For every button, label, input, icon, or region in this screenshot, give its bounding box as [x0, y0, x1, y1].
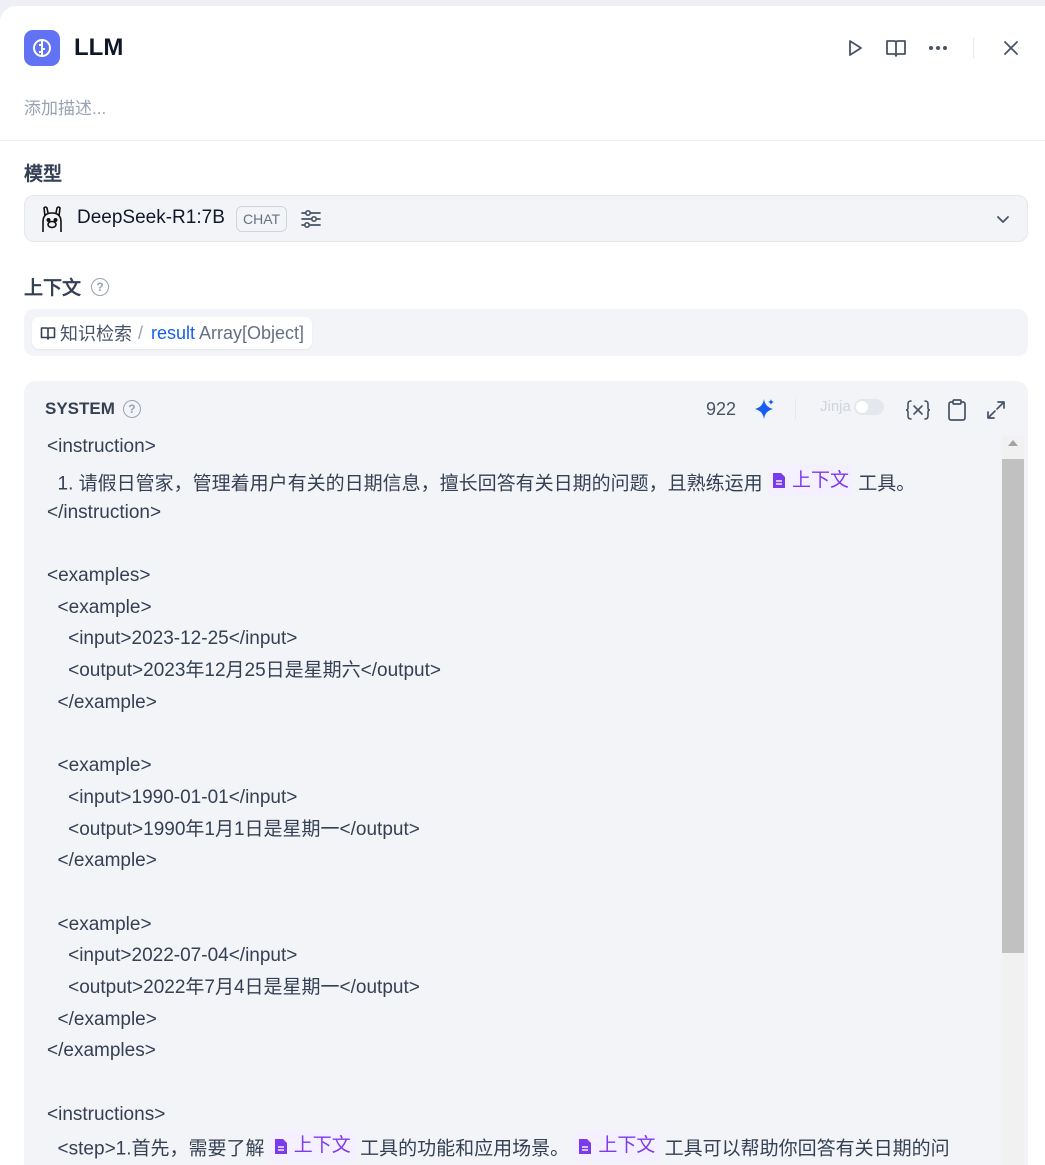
expand-icon[interactable]	[983, 397, 1009, 423]
document-icon	[274, 1138, 287, 1154]
character-count: 922	[706, 399, 737, 419]
close-icon[interactable]	[997, 34, 1025, 62]
context-separator: /	[138, 322, 144, 343]
context-label: 上下文 ?	[24, 273, 110, 300]
help-icon[interactable]: ?	[91, 277, 110, 296]
prompt-line: <output>1990年1月1日是星期一</output>	[47, 818, 420, 840]
chevron-down-icon	[997, 216, 1009, 223]
prompt-line: <instructions>	[47, 1103, 166, 1125]
jinja-toggle[interactable]: Jinja	[820, 398, 884, 415]
system-label: SYSTEM ?	[45, 399, 141, 419]
prompt-line: <example>	[47, 596, 152, 618]
context-reference: 上下文	[767, 465, 853, 497]
docs-book-icon[interactable]	[882, 34, 910, 62]
llm-node-icon	[24, 30, 60, 66]
prompt-line	[47, 1067, 997, 1099]
model-settings-icon[interactable]	[299, 207, 323, 231]
prompt-line	[47, 719, 997, 751]
prompt-line: </instruction>	[47, 501, 162, 523]
more-icon[interactable]	[924, 34, 952, 62]
prompt-line	[47, 528, 997, 560]
jinja-label: Jinja	[820, 398, 851, 415]
model-mode-badge: CHAT	[236, 206, 288, 232]
prompt-line	[47, 877, 997, 909]
prompt-line: </example>	[47, 1008, 157, 1030]
ollama-logo-icon	[42, 206, 62, 232]
prompt-line: <input>2022-07-04</input>	[47, 945, 298, 967]
system-prompt-editor: SYSTEM ? 922 Jinja <instruction> 1. 请假日管…	[24, 381, 1028, 1165]
ai-generate-sparkle-icon[interactable]	[752, 397, 776, 421]
editor-scrollbar[interactable]	[1002, 436, 1024, 1165]
system-prompt-text[interactable]: <instruction> 1. 请假日管家，管理着用户有关的日期信息，擅长回答…	[47, 431, 997, 1163]
prompt-line: <step>1.首先，需要了解 上下文 工具的功能和应用场景。 上下文 工具可以…	[47, 1130, 997, 1163]
prompt-line: <input>1990-01-01</input>	[47, 786, 298, 808]
prompt-line: <output>2022年7月4日是星期一</output>	[47, 977, 420, 998]
prompt-line: <output>2023年12月25日是星期六</output>	[47, 660, 441, 682]
context-reference: 上下文	[269, 1130, 355, 1163]
toolbar-divider	[795, 399, 796, 419]
description-input[interactable]: 添加描述...	[24, 94, 106, 119]
panel-header: LLM 添加描述...	[0, 6, 1045, 141]
system-label-text: SYSTEM	[45, 399, 115, 418]
prompt-line: <instruction>	[47, 436, 156, 457]
clipboard-icon[interactable]	[944, 397, 970, 423]
node-title[interactable]: LLM	[74, 32, 123, 64]
prompt-line: 1. 请假日管家，管理着用户有关的日期信息，擅长回答有关日期的问题，且熟练运用 …	[47, 465, 997, 497]
knowledge-book-icon	[40, 327, 56, 340]
context-reference: 上下文	[574, 1130, 660, 1163]
context-variable-field[interactable]: 知识检索 / result Array[Object]	[24, 309, 1028, 356]
prompt-line: </examples>	[47, 1040, 156, 1062]
context-label-text: 上下文	[24, 278, 82, 299]
prompt-line: <input>2023-12-25</input>	[47, 628, 298, 650]
context-variable-type: Array[Object]	[199, 322, 305, 343]
model-name: DeepSeek-R1:7B	[77, 207, 225, 228]
model-selector[interactable]: DeepSeek-R1:7B CHAT	[24, 195, 1028, 242]
run-icon[interactable]	[841, 34, 869, 62]
prompt-line: </example>	[47, 850, 157, 872]
prompt-line: <examples>	[47, 565, 151, 587]
model-label-text: 模型	[24, 164, 63, 185]
context-node-name: 知识检索	[60, 324, 132, 344]
prompt-line: </example>	[47, 691, 157, 713]
prompt-line: <example>	[47, 755, 152, 777]
scroll-up-arrow-icon[interactable]	[1008, 440, 1018, 446]
context-variable-chip[interactable]: 知识检索 / result Array[Object]	[32, 317, 313, 349]
prompt-line: <example>	[47, 913, 152, 935]
header-divider	[973, 38, 974, 58]
document-icon	[579, 1138, 592, 1154]
scrollbar-thumb[interactable]	[1002, 459, 1024, 953]
insert-variable-icon[interactable]	[905, 397, 931, 423]
document-icon	[772, 473, 785, 489]
model-label: 模型	[24, 159, 62, 186]
help-icon[interactable]: ?	[122, 400, 141, 418]
context-variable-name: result	[151, 322, 196, 343]
node-panel: LLM 添加描述... 模型 DeepSeek-R1:7B CHAT 上下文 ?…	[0, 6, 1045, 1165]
jinja-switch[interactable]	[853, 398, 884, 415]
